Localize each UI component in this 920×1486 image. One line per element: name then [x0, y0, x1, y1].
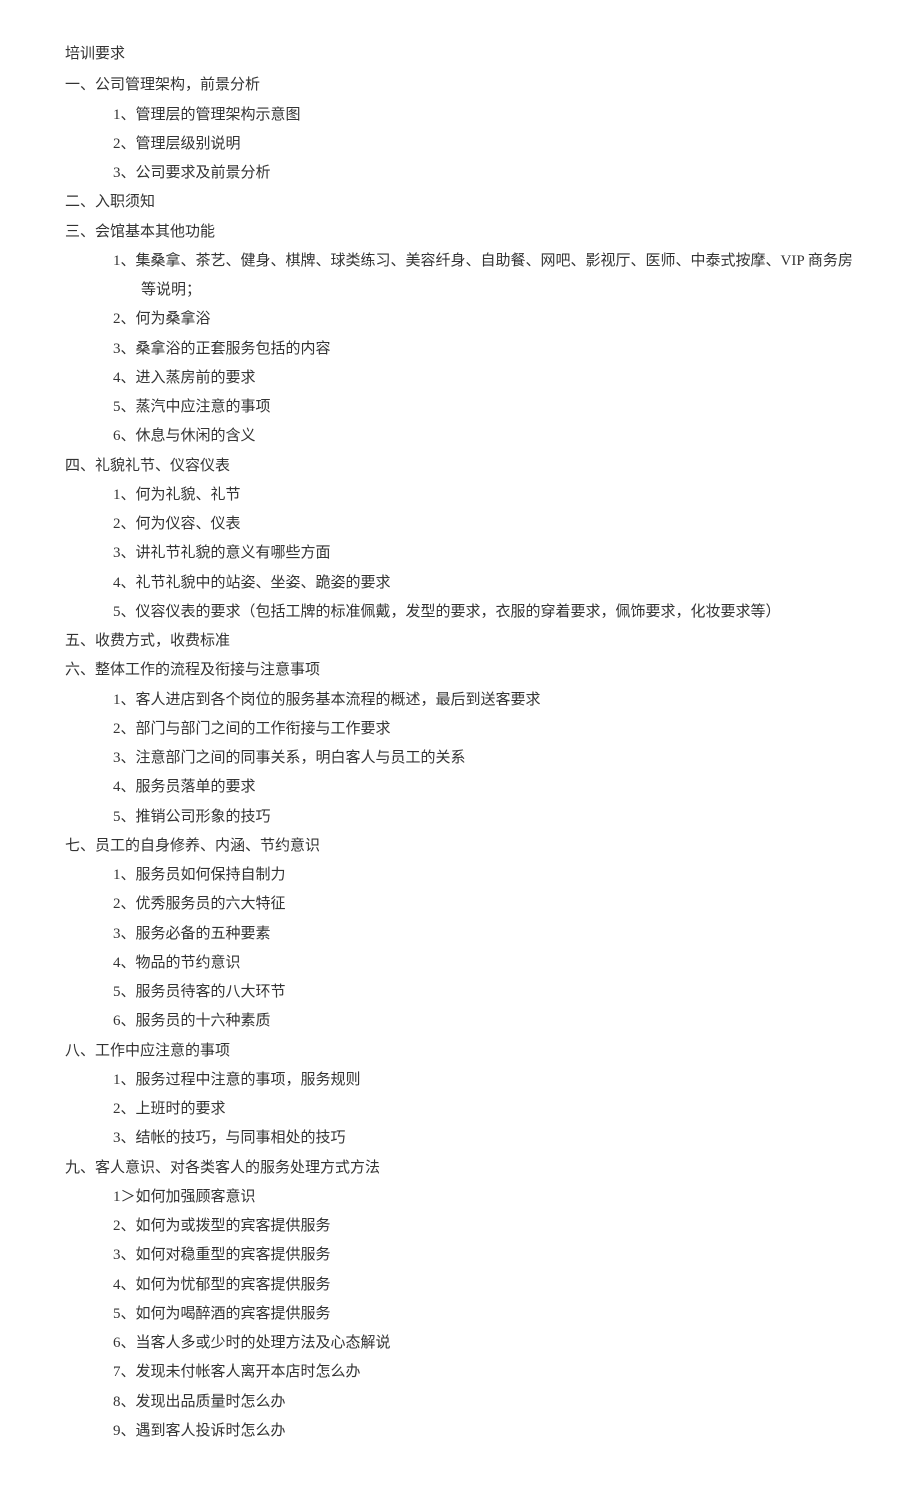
list-item: 4、进入蒸房前的要求: [113, 364, 855, 393]
list-item-text: 6、休息与休闲的含义: [113, 422, 256, 451]
list-item-text: 3、结帐的技巧，与同事相处的技巧: [113, 1124, 346, 1153]
section-heading: 五、收费方式，收费标准: [65, 627, 855, 656]
list-item: 6、休息与休闲的含义: [113, 422, 855, 451]
list-item-text: 1、何为礼貌、礼节: [113, 481, 241, 510]
section-heading: 四、礼貌礼节、仪容仪表: [65, 452, 855, 481]
list-item-text: 2、何为仪容、仪表: [113, 510, 241, 539]
list-item: 5、推销公司形象的技巧: [113, 803, 855, 832]
list-item: 3、讲礼节礼貌的意义有哪些方面: [113, 539, 855, 568]
list-item: 1、何为礼貌、礼节: [113, 481, 855, 510]
list-item: 9、遇到客人投诉时怎么办: [113, 1417, 855, 1446]
list-item: 4、如何为忧郁型的宾客提供服务: [113, 1271, 855, 1300]
list-item-text: 4、如何为忧郁型的宾客提供服务: [113, 1271, 331, 1300]
list-item: 3、服务必备的五种要素: [113, 920, 855, 949]
list-item-text: 3、服务必备的五种要素: [113, 920, 271, 949]
section-heading: 七、员工的自身修养、内涵、节约意识: [65, 832, 855, 861]
list-item-text: 5、如何为喝醉酒的宾客提供服务: [113, 1300, 331, 1329]
list-item: 3、公司要求及前景分析: [113, 159, 855, 188]
list-item: 5、蒸汽中应注意的事项: [113, 393, 855, 422]
list-item: 2、如何为或拨型的宾客提供服务: [113, 1212, 855, 1241]
list-item-text: 1、客人进店到各个岗位的服务基本流程的概述，最后到送客要求: [113, 686, 541, 715]
list-item: 1、服务过程中注意的事项，服务规则: [113, 1066, 855, 1095]
list-item: 5、服务员待客的八大环节: [113, 978, 855, 1007]
sub-list: 1、服务员如何保持自制力2、优秀服务员的六大特征3、服务必备的五种要素4、物品的…: [65, 861, 855, 1037]
list-item: 4、服务员落单的要求: [113, 773, 855, 802]
list-item: 2、上班时的要求: [113, 1095, 855, 1124]
list-item-text: 4、礼节礼貌中的站姿、坐姿、跪姿的要求: [113, 569, 391, 598]
list-item-text: 4、服务员落单的要求: [113, 773, 256, 802]
list-item-text: 5、推销公司形象的技巧: [113, 803, 271, 832]
list-item: 4、礼节礼貌中的站姿、坐姿、跪姿的要求: [113, 569, 855, 598]
list-item: 3、结帐的技巧，与同事相处的技巧: [113, 1124, 855, 1153]
list-item: 3、注意部门之间的同事关系，明白客人与员工的关系: [113, 744, 855, 773]
list-item: 3、桑拿浴的正套服务包括的内容: [113, 335, 855, 364]
document-title: 培训要求: [65, 40, 855, 69]
list-item-text: 5、蒸汽中应注意的事项: [113, 393, 271, 422]
sub-list: 1、何为礼貌、礼节2、何为仪容、仪表3、讲礼节礼貌的意义有哪些方面4、礼节礼貌中…: [65, 481, 855, 627]
section-heading: 八、工作中应注意的事项: [65, 1037, 855, 1066]
list-item-text: 2、上班时的要求: [113, 1095, 226, 1124]
list-item: 2、管理层级别说明: [113, 130, 855, 159]
list-item: 3、如何对稳重型的宾客提供服务: [113, 1241, 855, 1270]
list-item-text: 1＞如何加强顾客意识: [113, 1183, 256, 1212]
list-item: 1、集桑拿、茶艺、健身、棋牌、球类练习、美容纤身、自助餐、网吧、影视厅、医师、中…: [113, 247, 855, 306]
list-item-text: 3、桑拿浴的正套服务包括的内容: [113, 335, 331, 364]
list-item-text: 3、如何对稳重型的宾客提供服务: [113, 1241, 331, 1270]
section-heading: 九、客人意识、对各类客人的服务处理方式方法: [65, 1154, 855, 1183]
list-item-text: 6、当客人多或少时的处理方法及心态解说: [113, 1329, 391, 1358]
list-item: 2、部门与部门之间的工作衔接与工作要求: [113, 715, 855, 744]
list-item: 1、管理层的管理架构示意图: [113, 101, 855, 130]
list-item-text: 9、遇到客人投诉时怎么办: [113, 1417, 286, 1446]
list-item-text: 2、部门与部门之间的工作衔接与工作要求: [113, 715, 391, 744]
list-item: 2、优秀服务员的六大特征: [113, 890, 855, 919]
list-item-text: 1、管理层的管理架构示意图: [113, 101, 301, 130]
list-item: 7、发现未付帐客人离开本店时怎么办: [113, 1358, 855, 1387]
list-item-text: 2、管理层级别说明: [113, 130, 241, 159]
list-item-text: 3、公司要求及前景分析: [113, 159, 271, 188]
list-item-text: 5、仪容仪表的要求（包括工牌的标准佩戴，发型的要求，衣服的穿着要求，佩饰要求，化…: [113, 598, 781, 627]
list-item: 1、服务员如何保持自制力: [113, 861, 855, 890]
list-item-text: 2、优秀服务员的六大特征: [113, 890, 286, 919]
list-item-text: 3、讲礼节礼貌的意义有哪些方面: [113, 539, 331, 568]
list-item: 2、何为仪容、仪表: [113, 510, 855, 539]
list-item: 2、何为桑拿浴: [113, 305, 855, 334]
list-item-text: 2、如何为或拨型的宾客提供服务: [113, 1212, 331, 1241]
list-item: 1＞如何加强顾客意识: [113, 1183, 855, 1212]
list-item-text: 1、服务过程中注意的事项，服务规则: [113, 1066, 361, 1095]
list-item: 4、物品的节约意识: [113, 949, 855, 978]
section-heading: 一、公司管理架构，前景分析: [65, 71, 855, 100]
sections-container: 一、公司管理架构，前景分析1、管理层的管理架构示意图2、管理层级别说明3、公司要…: [65, 71, 855, 1446]
document-root: 培训要求 一、公司管理架构，前景分析1、管理层的管理架构示意图2、管理层级别说明…: [65, 40, 855, 1446]
list-item: 8、发现出品质量时怎么办: [113, 1388, 855, 1417]
section-heading: 三、会馆基本其他功能: [65, 218, 855, 247]
list-item: 5、仪容仪表的要求（包括工牌的标准佩戴，发型的要求，衣服的穿着要求，佩饰要求，化…: [113, 598, 855, 627]
list-item-text: 3、注意部门之间的同事关系，明白客人与员工的关系: [113, 744, 466, 773]
list-item: 5、如何为喝醉酒的宾客提供服务: [113, 1300, 855, 1329]
list-item-text: 6、服务员的十六种素质: [113, 1007, 271, 1036]
section-heading: 六、整体工作的流程及衔接与注意事项: [65, 656, 855, 685]
list-item: 6、服务员的十六种素质: [113, 1007, 855, 1036]
list-item-text: 7、发现未付帐客人离开本店时怎么办: [113, 1358, 361, 1387]
sub-list: 1、集桑拿、茶艺、健身、棋牌、球类练习、美容纤身、自助餐、网吧、影视厅、医师、中…: [65, 247, 855, 452]
list-item-text: 1、集桑拿、茶艺、健身、棋牌、球类练习、美容纤身、自助餐、网吧、影视厅、医师、中…: [113, 247, 853, 306]
sub-list: 1、客人进店到各个岗位的服务基本流程的概述，最后到送客要求2、部门与部门之间的工…: [65, 686, 855, 832]
list-item: 6、当客人多或少时的处理方法及心态解说: [113, 1329, 855, 1358]
list-item-text: 1、服务员如何保持自制力: [113, 861, 286, 890]
sub-list: 1＞如何加强顾客意识2、如何为或拨型的宾客提供服务3、如何对稳重型的宾客提供服务…: [65, 1183, 855, 1446]
list-item: 1、客人进店到各个岗位的服务基本流程的概述，最后到送客要求: [113, 686, 855, 715]
list-item-text: 4、物品的节约意识: [113, 949, 241, 978]
list-item-text: 8、发现出品质量时怎么办: [113, 1388, 286, 1417]
sub-list: 1、服务过程中注意的事项，服务规则2、上班时的要求3、结帐的技巧，与同事相处的技…: [65, 1066, 855, 1154]
list-item-text: 2、何为桑拿浴: [113, 305, 211, 334]
section-heading: 二、入职须知: [65, 188, 855, 217]
list-item-text: 5、服务员待客的八大环节: [113, 978, 286, 1007]
list-item-text: 4、进入蒸房前的要求: [113, 364, 256, 393]
sub-list: 1、管理层的管理架构示意图2、管理层级别说明3、公司要求及前景分析: [65, 101, 855, 189]
